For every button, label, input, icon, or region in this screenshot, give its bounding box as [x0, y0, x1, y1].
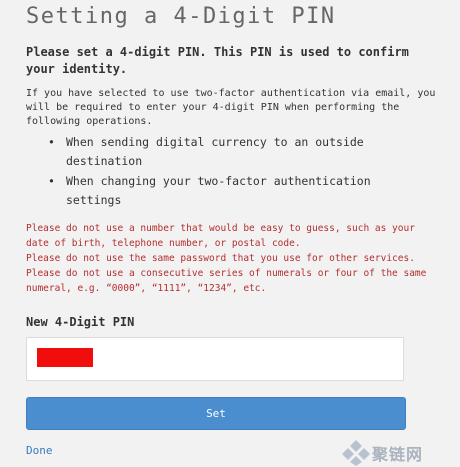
watermark-text: 聚链网: [372, 445, 424, 464]
intro-text: Please set a 4-digit PIN. This PIN is us…: [26, 45, 409, 76]
operation-text: When sending digital currency to an outs…: [66, 135, 364, 168]
bullet-icon: •: [48, 135, 55, 149]
bullet-icon: •: [48, 174, 55, 188]
pin-input-container[interactable]: [26, 337, 404, 381]
warning-text: Please do not use a consecutive series o…: [26, 268, 427, 294]
set-button[interactable]: Set: [26, 397, 406, 430]
pin-warnings: Please do not use a number that would be…: [26, 221, 436, 296]
done-link[interactable]: Done: [26, 444, 53, 457]
operations-list: • When sending digital currency to an ou…: [48, 133, 428, 211]
warning-text: Please do not use a number that would be…: [26, 223, 415, 249]
warning-text: Please do not use the same password that…: [26, 253, 415, 264]
pin-field-label: New 4-Digit PIN: [26, 315, 135, 329]
list-item: • When changing your two-factor authenti…: [48, 172, 428, 210]
list-item: • When sending digital currency to an ou…: [48, 133, 428, 171]
page-title: Setting a 4-Digit PIN: [26, 4, 336, 29]
redaction-block: [37, 348, 93, 367]
operation-text: When changing your two-factor authentica…: [66, 174, 371, 207]
two-factor-description: If you have selected to use two-factor a…: [26, 88, 436, 127]
